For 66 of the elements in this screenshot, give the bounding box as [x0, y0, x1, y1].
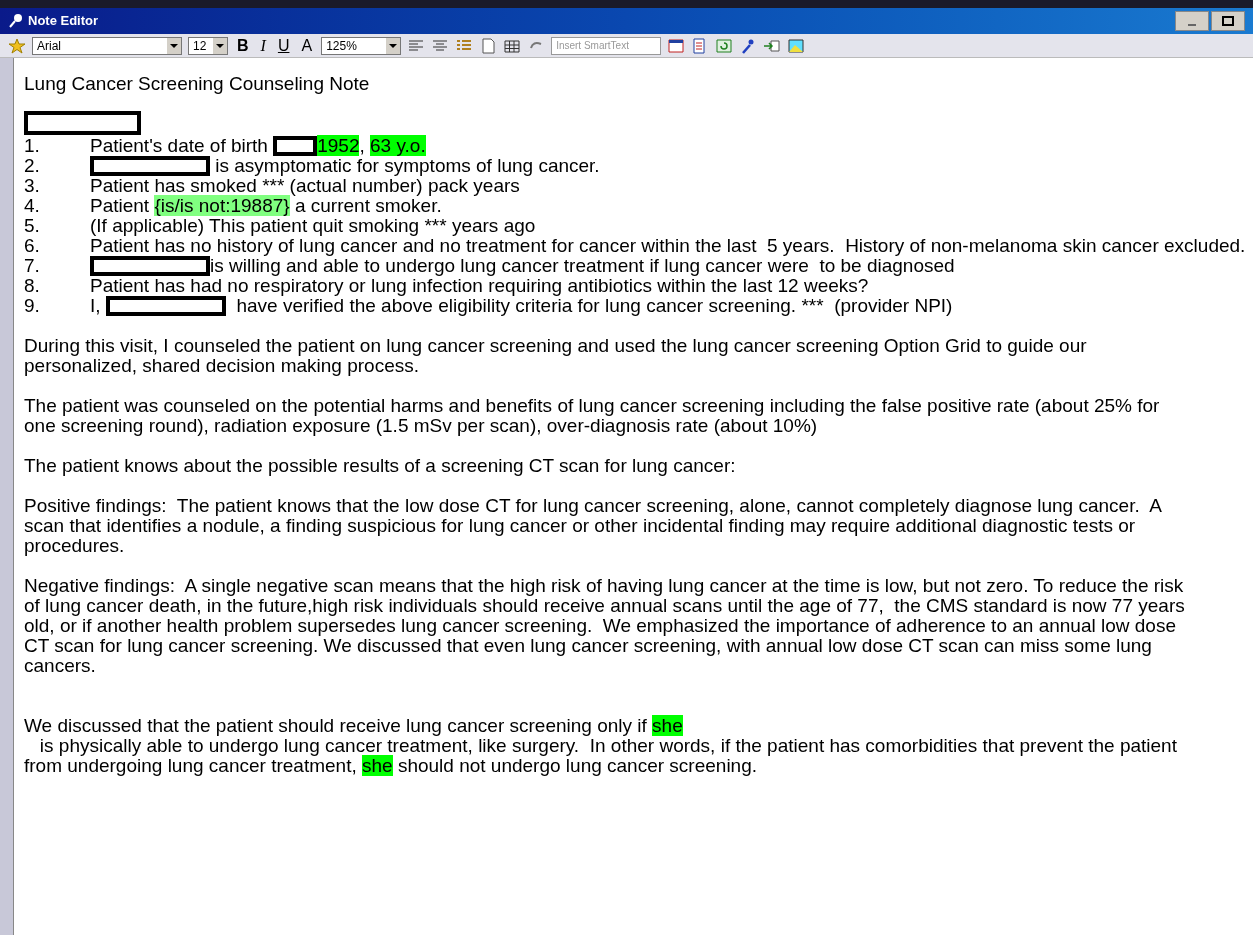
note-text: should not undergo lung cancer screening.	[396, 755, 758, 776]
note-title: Lung Cancer Screening Counseling Note	[24, 74, 370, 94]
list-number: 8.	[24, 276, 41, 296]
note-text: have verified the above eligibility criteria for lung cancer screening. *** (provider NPI)	[235, 295, 953, 316]
note-text: from undergoing lung cancer treatment,	[24, 755, 358, 776]
note-text: cancers.	[24, 655, 96, 676]
redaction-box	[273, 136, 318, 156]
zoom-dropdown[interactable]: 125%	[321, 36, 402, 55]
note-text: procedures.	[24, 535, 125, 556]
note-text: Negative findings: A single negative scan means that the high risk of having lung cancer at the time is low, but not zero. To reduce the risk	[24, 575, 1184, 596]
smarttext-field[interactable]: Insert SmartText	[551, 36, 662, 55]
font-dropdown[interactable]: Arial	[32, 36, 182, 55]
table-icon[interactable]	[503, 37, 522, 54]
note-text: ,	[359, 135, 366, 156]
note-text: The patient was counseled on the potential harms and benefits of lung cancer screening including the false positive rate (about 25% for	[24, 395, 1160, 416]
highlighted-text: 63 y.o.	[370, 135, 426, 156]
note-text: is asymptomatic for symptoms of lung cancer.	[214, 155, 600, 176]
highlighted-text: 1952	[317, 135, 360, 156]
star-icon[interactable]	[8, 37, 26, 54]
note-text: We discussed that the patient should receive lung cancer screening only if	[24, 715, 648, 736]
list-number: 7.	[24, 256, 41, 276]
highlighted-text: she	[361, 755, 393, 776]
note-text: a current smoker.	[294, 195, 442, 216]
note-text: Patient	[90, 195, 151, 216]
format-button[interactable]: I	[257, 33, 269, 58]
note-text: is physically able to undergo lung cancer treatment, like surgery. In other words, if the patient has comorbidities that prevent the patient	[38, 735, 1177, 756]
note-text: of lung cancer death, in the future,high risk individuals should receive annual scans until the age of 77, the CMS standard is now 77 years	[24, 595, 1185, 616]
note-text: old, or if another health problem supersedes lung cancer screening. We emphasized the importance of adherence to an annual low dose	[24, 615, 1176, 636]
note-text: Patient has no history of lung cancer and no treatment for cancer within the last 5 years. History of non-melanoma skin cancer excluded.	[90, 235, 1246, 256]
list-number: 6.	[24, 236, 41, 256]
list-number: 5.	[24, 216, 41, 236]
align-left-icon[interactable]	[407, 37, 426, 54]
note-text: personalized, shared decision making process.	[24, 355, 419, 376]
note-text: During this visit, I counseled the patient on lung cancer screening and used the lung cancer screening Option Grid to guide our	[24, 335, 1087, 356]
maximize-button[interactable]	[1211, 11, 1245, 31]
list-number: 1.	[24, 136, 41, 156]
format-button[interactable]: U	[274, 33, 293, 58]
note-text: The patient knows about the possible results of a screening CT scan for lung cancer:	[24, 455, 736, 476]
note-text: one screening round), radiation exposure (1.5 mSv per scan), over-diagnosis rate (about 10%)	[24, 415, 818, 436]
list-number: 9.	[24, 296, 41, 316]
size-dropdown[interactable]: 12	[188, 36, 228, 55]
window-icon[interactable]	[667, 37, 686, 54]
note-text: Patient has smoked *** (actual number) pack years	[90, 175, 520, 196]
note-text: CT scan for lung cancer screening. We discussed that even lung cancer screening, with annual low dose CT scan can miss some lung	[24, 635, 1152, 656]
list-number: 4.	[24, 196, 41, 216]
note-text: scan that identifies a nodule, a finding suspicious for lung cancer or other incidental finding may require additional diagnostic tests or	[24, 515, 1136, 536]
minimize-button[interactable]	[1175, 11, 1209, 31]
list-number: 2.	[24, 156, 41, 176]
import-icon[interactable]	[763, 37, 782, 54]
image-icon[interactable]	[787, 37, 806, 54]
refresh-icon[interactable]	[715, 37, 734, 54]
note-text: Positive findings: The patient knows that the low dose CT for lung cancer screening, alone, cannot completely diagnose lung cancer. A	[24, 495, 1162, 516]
highlighted-text: she	[652, 715, 683, 736]
list-number: 3.	[24, 176, 41, 196]
note-text: Patient has had no respiratory or lung infection requiring antibiotics within the last 12 weeks?	[90, 275, 869, 296]
note-text: is willing and able to undergo lung cancer treatment if lung cancer were to be diagnosed	[210, 255, 955, 276]
note-text: I,	[90, 295, 102, 316]
align-center-icon[interactable]	[431, 37, 450, 54]
window-title: Note Editor	[28, 12, 99, 31]
pin-icon	[8, 13, 24, 29]
highlighted-text: {is/is not:19887}	[154, 195, 290, 216]
document-icon[interactable]	[479, 37, 498, 54]
note-text: Patient's date of birth	[90, 135, 269, 156]
note-text: (If applicable) This patient quit smoking *** years ago	[90, 215, 536, 236]
format-button[interactable]: A	[298, 33, 316, 58]
format-button[interactable]: B	[234, 33, 252, 58]
